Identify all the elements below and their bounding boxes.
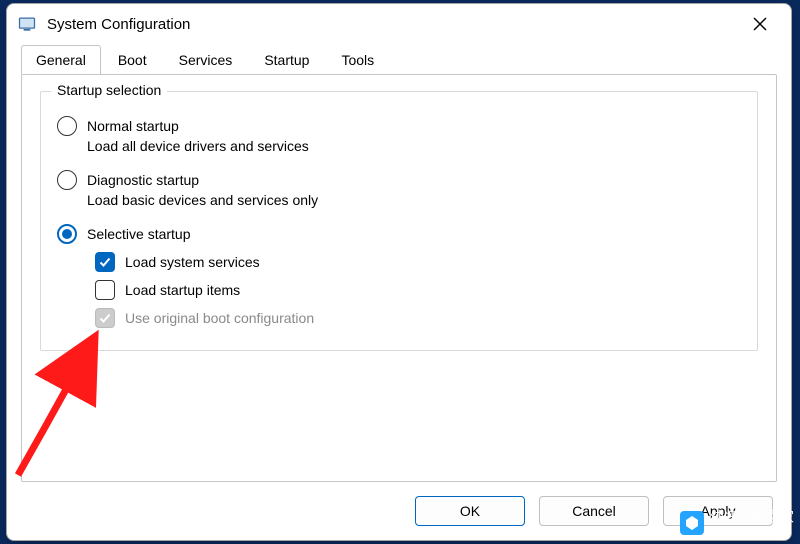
radio-label: Diagnostic startup [87, 172, 199, 188]
ok-button[interactable]: OK [415, 496, 525, 526]
checkbox-icon [95, 280, 115, 300]
groupbox-startup-selection: Startup selection Normal startup Load al… [40, 91, 758, 351]
desc-normal: Load all device drivers and services [87, 138, 743, 154]
watermark: 纯净系统之家 www.ycwjzy.com [680, 507, 794, 538]
tabpanel-general: Startup selection Normal startup Load al… [21, 74, 777, 482]
radio-icon [57, 224, 77, 244]
selective-sub-options: Load system services Load startup items … [95, 252, 743, 328]
check-load-system-services[interactable]: Load system services [95, 252, 743, 272]
desc-diagnostic: Load basic devices and services only [87, 192, 743, 208]
radio-icon [57, 170, 77, 190]
check-label: Use original boot configuration [125, 310, 314, 326]
cancel-button[interactable]: Cancel [539, 496, 649, 526]
watermark-text: 纯净系统之家 www.ycwjzy.com [710, 507, 794, 538]
titlebar: System Configuration [7, 4, 791, 44]
tab-boot[interactable]: Boot [103, 45, 162, 74]
tab-services[interactable]: Services [164, 45, 248, 74]
tab-tools[interactable]: Tools [326, 45, 389, 74]
tab-general[interactable]: General [21, 45, 101, 74]
msconfig-window: System Configuration General Boot Servic… [6, 3, 792, 541]
window-title: System Configuration [47, 16, 190, 33]
check-label: Load system services [125, 254, 260, 270]
groupbox-title: Startup selection [51, 82, 167, 98]
check-load-startup-items[interactable]: Load startup items [95, 280, 743, 300]
check-label: Load startup items [125, 282, 240, 298]
app-icon [17, 14, 37, 34]
radio-selective-startup[interactable]: Selective startup [57, 224, 743, 244]
tabstrip: General Boot Services Startup Tools [7, 44, 791, 74]
radio-label: Normal startup [87, 118, 179, 134]
radio-label: Selective startup [87, 226, 191, 242]
checkbox-icon [95, 308, 115, 328]
tab-startup[interactable]: Startup [249, 45, 324, 74]
check-use-original-boot: Use original boot configuration [95, 308, 743, 328]
checkbox-icon [95, 252, 115, 272]
radio-normal-startup[interactable]: Normal startup [57, 116, 743, 136]
radio-icon [57, 116, 77, 136]
watermark-icon [680, 511, 704, 535]
dialog-button-row: OK Cancel Apply [7, 492, 791, 540]
radio-diagnostic-startup[interactable]: Diagnostic startup [57, 170, 743, 190]
close-icon [753, 17, 767, 31]
close-button[interactable] [737, 6, 783, 42]
